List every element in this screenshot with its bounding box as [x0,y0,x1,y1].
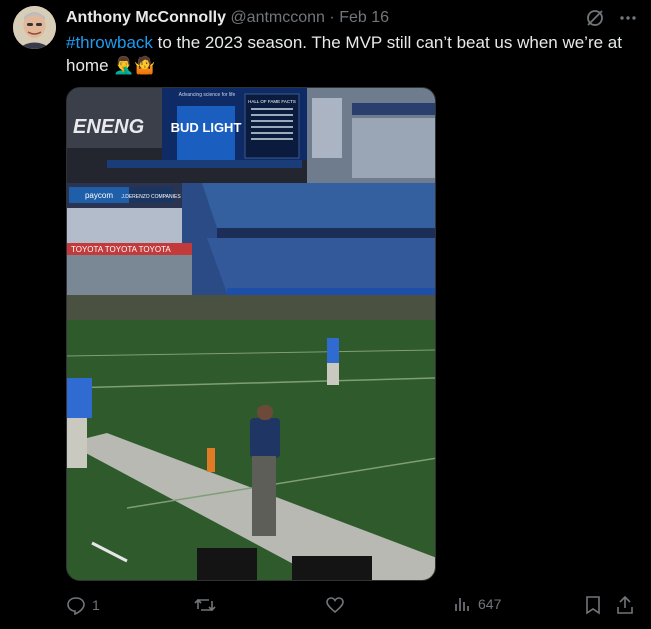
author-handle[interactable]: @antmcconn [230,9,325,26]
stadium-photo: ENENG BUD LIGHT Advancing science for li… [67,88,435,580]
more-icon[interactable] [619,9,637,27]
bookmark-icon [584,595,602,615]
header-separator: · [329,9,335,26]
views-icon [454,595,472,613]
sponsor-2-text: J.DERENZO COMPANIES [121,194,181,200]
post-date[interactable]: Feb 16 [339,9,389,26]
repost-button[interactable] [194,595,222,615]
views-button[interactable]: 647 [454,595,501,613]
grok-icon[interactable] [585,8,605,28]
share-icon [616,595,634,615]
heart-icon [325,595,345,615]
reply-button[interactable]: 1 [66,595,100,615]
action-bar: 1 647 [66,595,636,617]
tweet-header: Anthony McConnolly @antmcconn · Feb 16 [66,8,389,27]
scoreboard-tag-text: Advancing science for life [179,92,236,98]
tweet-photo[interactable]: ENENG BUD LIGHT Advancing science for li… [66,87,436,581]
scoreboard-ad-text: BUD LIGHT [171,120,242,135]
tweet: Anthony McConnolly @antmcconn · Feb 16 #… [0,0,651,629]
avatar[interactable] [13,6,56,49]
share-button[interactable] [616,595,634,615]
tweet-text: #throwback to the 2023 season. The MVP s… [66,31,636,77]
repost-icon [194,595,216,615]
top-icons [585,8,637,28]
facts-title-text: HALL OF FAME FACTS [248,99,296,104]
banner-text: TOYOTA TOYOTA TOYOTA [71,245,171,254]
author-name[interactable]: Anthony McConnolly [66,9,226,26]
reply-icon [66,595,86,615]
svg-text:ENENG: ENENG [73,116,144,138]
hashtag-link[interactable]: #throwback [66,33,153,52]
sponsor-1-text: paycom [85,191,113,200]
avatar-image [13,6,56,49]
like-button[interactable] [325,595,351,615]
views-count: 647 [478,596,502,612]
reply-count: 1 [92,597,100,613]
bookmark-button[interactable] [584,595,602,615]
